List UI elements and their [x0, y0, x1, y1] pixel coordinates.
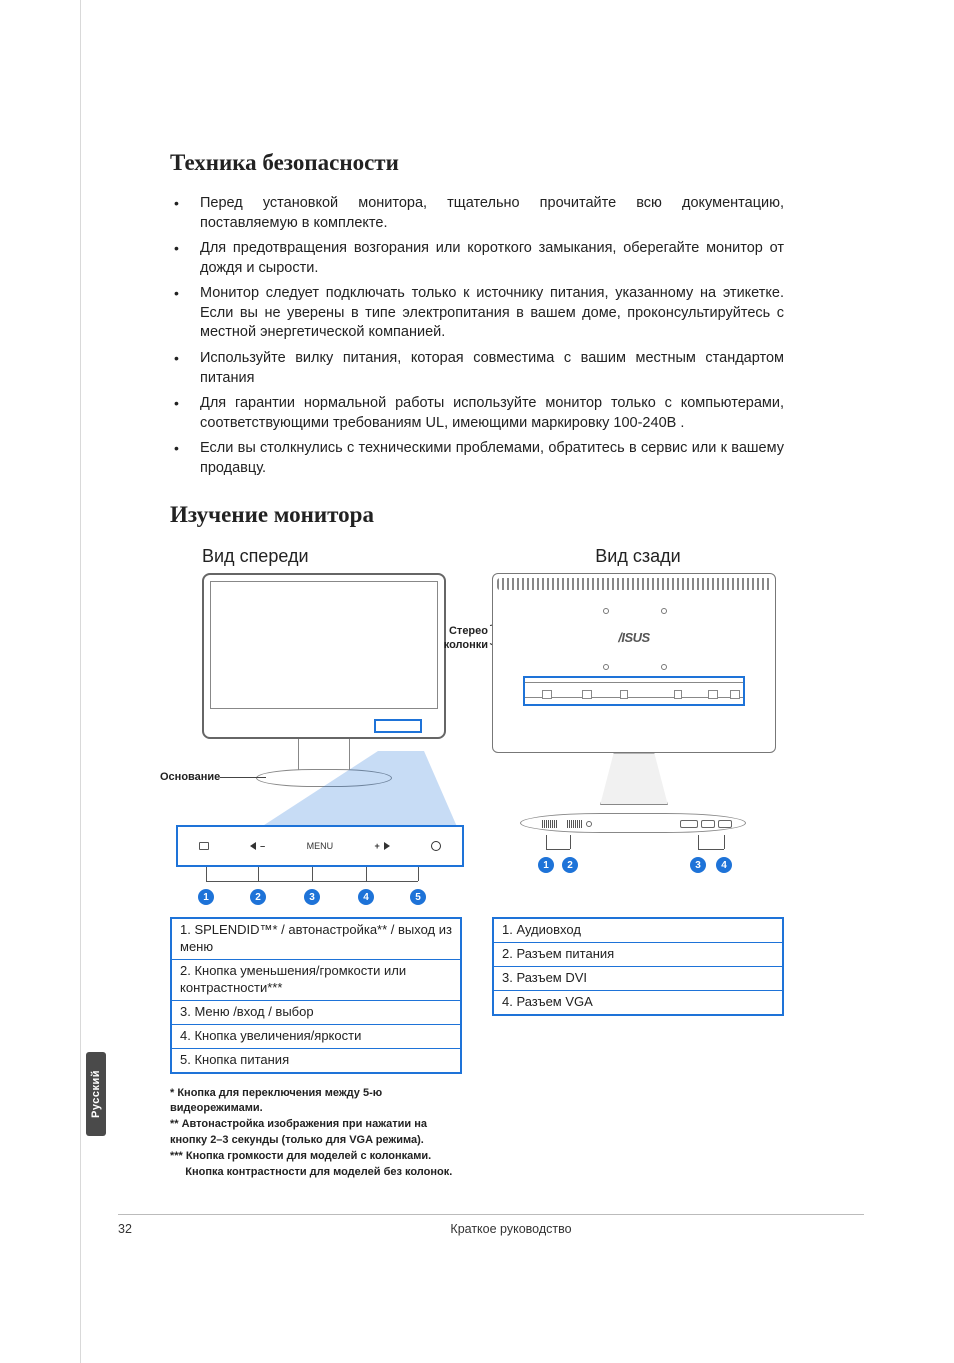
front-view-title: Вид спереди: [170, 546, 462, 567]
rear-diagram: Стереоколонки /ISUS: [492, 573, 784, 913]
footnote-line: ** Автонастройка изображения при нажатии…: [170, 1117, 462, 1149]
splendid-button-icon: [199, 842, 209, 850]
rear-legend-table: 1. Аудиовход 2. Разъем питания 3. Разъем…: [492, 917, 784, 1016]
safety-item: Монитор следует подключать только к исто…: [170, 284, 784, 343]
front-legend-table: 1. SPLENDID™* / автонастройка** / выход …: [170, 917, 462, 1073]
front-legend-row: 4. Кнопка увеличения/яркости: [172, 1024, 460, 1048]
study-heading: Изучение монитора: [170, 502, 784, 528]
rear-legend-row: 1. Аудиовход: [494, 919, 782, 942]
rear-legend-row: 4. Разъем VGA: [494, 990, 782, 1014]
monitor-front-icon: [202, 573, 446, 739]
footnote-line: * Кнопка для переключения между 5-ю виде…: [170, 1086, 462, 1118]
page-number: 32: [118, 1222, 158, 1236]
front-buttons-panel: – MENU +: [176, 825, 464, 867]
increase-button-icon: +: [375, 841, 390, 851]
safety-item: Используйте вилку питания, которая совме…: [170, 349, 784, 388]
brand-logo: /ISUS: [493, 630, 775, 645]
page-footer: 32 Краткое руководство: [118, 1222, 864, 1236]
monitor-rear-icon: /ISUS: [492, 573, 776, 753]
footnotes: * Кнопка для переключения между 5-ю виде…: [170, 1086, 462, 1182]
safety-heading: Техника безопасности: [170, 150, 784, 176]
front-diagram: Основание – MENU +: [170, 573, 462, 913]
front-callout-2: 2: [250, 889, 266, 905]
stereo-speakers-label: Стереоколонки: [420, 625, 488, 651]
front-callout-1: 1: [198, 889, 214, 905]
safety-item: Для предотвращения возгорания или коротк…: [170, 239, 784, 278]
front-callout-5: 5: [410, 889, 426, 905]
rear-callout-1: 1: [538, 857, 554, 873]
front-legend-row: 1. SPLENDID™* / автонастройка** / выход …: [172, 919, 460, 959]
safety-item: Для гарантии нормальной работы используй…: [170, 394, 784, 433]
power-button-icon: [431, 841, 441, 851]
rear-callout-3: 3: [690, 857, 706, 873]
rear-view-title: Вид сзади: [492, 546, 784, 567]
front-callout-3: 3: [304, 889, 320, 905]
front-callout-marks: 1 2 3 4 5: [176, 867, 464, 907]
rear-callout-marks: 1 2 3 4: [492, 835, 776, 875]
menu-button-icon: MENU: [307, 841, 334, 851]
rear-ports-icon: [542, 817, 732, 831]
safety-list: Перед установкой монитора, тщательно про…: [170, 194, 784, 478]
front-legend-row: 2. Кнопка уменьшения/громкости или контр…: [172, 959, 460, 1000]
rear-legend-row: 2. Разъем питания: [494, 942, 782, 966]
language-tab: Русский: [86, 1052, 106, 1136]
rear-callout-4: 4: [716, 857, 732, 873]
footer-title: Краткое руководство: [158, 1222, 864, 1236]
monitor-stand-icon: [600, 753, 668, 805]
footnote-line: Кнопка контрастности для моделей без кол…: [170, 1165, 462, 1181]
footnote-line: *** Кнопка громкости для моделей с колон…: [170, 1149, 462, 1165]
decrease-button-icon: –: [250, 841, 265, 851]
base-label: Основание: [160, 771, 220, 783]
front-callout-4: 4: [358, 889, 374, 905]
rear-callout-2: 2: [562, 857, 578, 873]
safety-item: Перед установкой монитора, тщательно про…: [170, 194, 784, 233]
rear-legend-row: 3. Разъем DVI: [494, 966, 782, 990]
front-legend-row: 5. Кнопка питания: [172, 1048, 460, 1072]
front-legend-row: 3. Меню /вход / выбор: [172, 1000, 460, 1024]
safety-item: Если вы столкнулись с техническими пробл…: [170, 439, 784, 478]
